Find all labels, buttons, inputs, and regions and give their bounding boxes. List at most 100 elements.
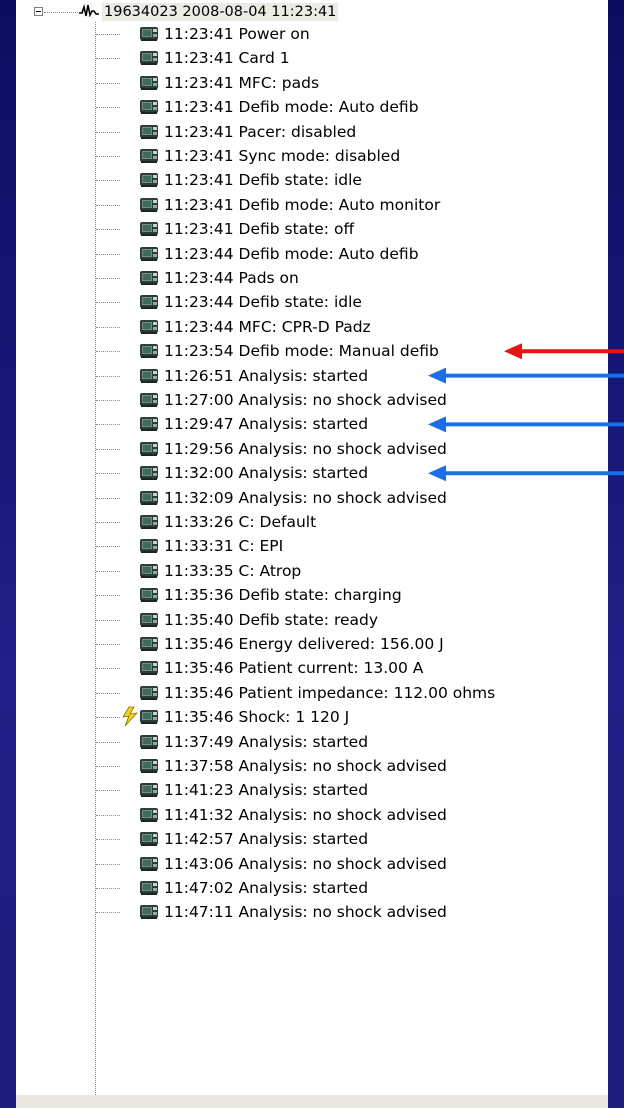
tree-connector bbox=[96, 204, 120, 206]
tree-event-item[interactable]: 11:33:35 C: Atrop bbox=[16, 559, 608, 583]
device-monitor-icon bbox=[140, 490, 158, 505]
collapse-toggle-icon[interactable] bbox=[34, 7, 43, 16]
tree-event-item[interactable]: 11:23:44 Pads on bbox=[16, 266, 608, 290]
tree-event-item[interactable]: 11:41:32 Analysis: no shock advised bbox=[16, 803, 608, 827]
tree-event-item[interactable]: 11:23:41 Power on bbox=[16, 22, 608, 46]
ecg-waveform-icon bbox=[79, 4, 99, 18]
tree-event-item[interactable]: 11:23:44 MFC: CPR-D Padz bbox=[16, 315, 608, 339]
event-label: 11:23:41 Defib mode: Auto defib bbox=[164, 98, 419, 117]
tree-event-item[interactable]: 11:23:41 MFC: pads bbox=[16, 71, 608, 95]
tree-event-item[interactable]: 11:42:57 Analysis: started bbox=[16, 827, 608, 851]
tree-event-item[interactable]: 11:23:44 Defib mode: Auto defib bbox=[16, 242, 608, 266]
tree-connector bbox=[96, 180, 120, 182]
event-label: 11:23:41 MFC: pads bbox=[164, 73, 320, 92]
event-label: 11:35:46 Energy delivered: 156.00 J bbox=[164, 635, 444, 653]
tree-event-item[interactable]: 11:29:56 Analysis: no shock advised bbox=[16, 437, 608, 461]
event-label: 11:23:41 Power on bbox=[164, 25, 310, 43]
device-monitor-icon bbox=[140, 149, 158, 163]
tree-connector bbox=[96, 839, 120, 841]
event-label: 11:33:31 C: EPI bbox=[164, 537, 284, 556]
device-monitor-icon bbox=[140, 124, 158, 139]
device-monitor-icon bbox=[140, 515, 158, 529]
event-label: 11:35:46 Shock: 1 120 J bbox=[164, 708, 350, 727]
tree-event-item[interactable]: 11:35:46 Patient current: 13.00 A bbox=[16, 656, 608, 680]
tree-event-item[interactable]: 11:43:06 Analysis: no shock advised bbox=[16, 852, 608, 876]
tree-connector bbox=[96, 497, 120, 499]
device-monitor-icon bbox=[140, 173, 158, 188]
device-monitor-icon bbox=[140, 734, 158, 749]
tree-event-item[interactable]: 11:33:26 C: Default bbox=[16, 510, 608, 534]
event-label: 11:32:09 Analysis: no shock advised bbox=[164, 488, 447, 507]
tree-event-item[interactable]: 11:37:58 Analysis: no shock advised bbox=[16, 754, 608, 778]
tree-connector bbox=[96, 34, 120, 35]
event-label: 11:23:41 Sync mode: disabled bbox=[164, 147, 401, 165]
event-label: 11:35:46 Patient impedance: 112.00 ohms bbox=[164, 683, 496, 702]
device-monitor-icon bbox=[140, 832, 158, 847]
tree-event-item[interactable]: 11:47:11 Analysis: no shock advised bbox=[16, 900, 608, 924]
tree-event-item[interactable]: 11:23:41 Defib mode: Auto monitor bbox=[16, 193, 608, 217]
tree-connector bbox=[96, 692, 120, 694]
event-label: 11:29:56 Analysis: no shock advised bbox=[164, 439, 447, 458]
root-label[interactable]: 19634023 2008-08-04 11:23:41 bbox=[102, 3, 339, 21]
tree-event-item[interactable]: 11:35:46 Patient impedance: 112.00 ohms bbox=[16, 681, 608, 705]
event-label: 11:23:54 Defib mode: Manual defib bbox=[164, 342, 439, 361]
tree-event-item[interactable]: 11:32:00 Analysis: started bbox=[16, 461, 608, 485]
tree-event-item[interactable]: 11:23:54 Defib mode: Manual defib bbox=[16, 339, 608, 363]
event-label: 11:35:36 Defib state: charging bbox=[164, 586, 402, 605]
device-monitor-icon bbox=[140, 905, 158, 920]
device-monitor-icon bbox=[140, 295, 158, 310]
tree-connector bbox=[96, 473, 120, 475]
event-label: 11:41:23 Analysis: started bbox=[164, 781, 369, 800]
tree-connector bbox=[96, 570, 120, 572]
device-monitor-icon bbox=[140, 685, 158, 700]
scrollbar-strip[interactable] bbox=[16, 1095, 608, 1108]
tree-connector bbox=[96, 814, 120, 816]
tree-event-item[interactable]: 11:23:41 Card 1 bbox=[16, 46, 608, 70]
tree-event-item[interactable]: 11:29:47 Analysis: started bbox=[16, 412, 608, 436]
event-label: 11:26:51 Analysis: started bbox=[164, 366, 369, 385]
device-monitor-icon bbox=[140, 759, 158, 773]
tree-connector bbox=[96, 278, 120, 279]
device-monitor-icon bbox=[140, 393, 158, 407]
event-label: 11:23:44 Pads on bbox=[164, 269, 299, 287]
tree-event-item[interactable]: 11:41:23 Analysis: started bbox=[16, 778, 608, 802]
device-monitor-icon bbox=[140, 563, 158, 578]
event-label: 11:23:41 Card 1 bbox=[164, 49, 290, 68]
event-label: 11:27:00 Analysis: no shock advised bbox=[164, 391, 447, 409]
event-label: 11:23:41 Pacer: disabled bbox=[164, 122, 357, 141]
tree-event-item[interactable]: 11:23:41 Defib state: off bbox=[16, 217, 608, 241]
tree-event-item[interactable]: 11:35:46 Energy delivered: 156.00 J bbox=[16, 632, 608, 656]
device-monitor-icon bbox=[140, 368, 158, 383]
tree-event-item[interactable]: 11:23:41 Sync mode: disabled bbox=[16, 144, 608, 168]
event-label: 11:32:00 Analysis: started bbox=[164, 464, 369, 483]
event-label: 11:23:44 Defib mode: Auto defib bbox=[164, 244, 419, 263]
tree-event-item[interactable]: 11:35:36 Defib state: charging bbox=[16, 583, 608, 607]
tree-connector bbox=[44, 12, 78, 13]
tree-event-item[interactable]: 11:23:41 Defib mode: Auto defib bbox=[16, 95, 608, 119]
tree-root-node[interactable]: 19634023 2008-08-04 11:23:41 bbox=[16, 0, 608, 24]
tree-connector bbox=[96, 107, 120, 109]
event-tree-panel[interactable]: 19634023 2008-08-04 11:23:41 11:23:41 Po… bbox=[16, 0, 608, 1095]
tree-event-item[interactable]: 11:47:02 Analysis: started bbox=[16, 876, 608, 900]
tree-event-item[interactable]: 11:35:46 Shock: 1 120 J bbox=[16, 705, 608, 729]
event-label: 11:37:58 Analysis: no shock advised bbox=[164, 757, 447, 775]
tree-event-item[interactable]: 11:26:51 Analysis: started bbox=[16, 364, 608, 388]
tree-event-item[interactable]: 11:27:00 Analysis: no shock advised bbox=[16, 388, 608, 412]
tree-connector bbox=[96, 229, 120, 231]
device-monitor-icon bbox=[140, 271, 158, 285]
tree-connector bbox=[96, 522, 120, 523]
tree-connector bbox=[96, 741, 120, 743]
event-label: 11:33:26 C: Default bbox=[164, 513, 317, 531]
tree-event-item[interactable]: 11:32:09 Analysis: no shock advised bbox=[16, 486, 608, 510]
device-monitor-icon bbox=[140, 441, 158, 456]
tree-connector bbox=[96, 82, 120, 84]
event-label: 11:23:41 Defib state: off bbox=[164, 220, 355, 239]
device-monitor-icon bbox=[140, 319, 158, 334]
tree-connector bbox=[96, 424, 120, 426]
tree-event-item[interactable]: 11:23:41 Pacer: disabled bbox=[16, 120, 608, 144]
tree-event-item[interactable]: 11:33:31 C: EPI bbox=[16, 534, 608, 558]
tree-event-item[interactable]: 11:37:49 Analysis: started bbox=[16, 730, 608, 754]
tree-event-item[interactable]: 11:23:44 Defib state: idle bbox=[16, 290, 608, 314]
tree-event-item[interactable]: 11:23:41 Defib state: idle bbox=[16, 168, 608, 192]
tree-event-item[interactable]: 11:35:40 Defib state: ready bbox=[16, 608, 608, 632]
